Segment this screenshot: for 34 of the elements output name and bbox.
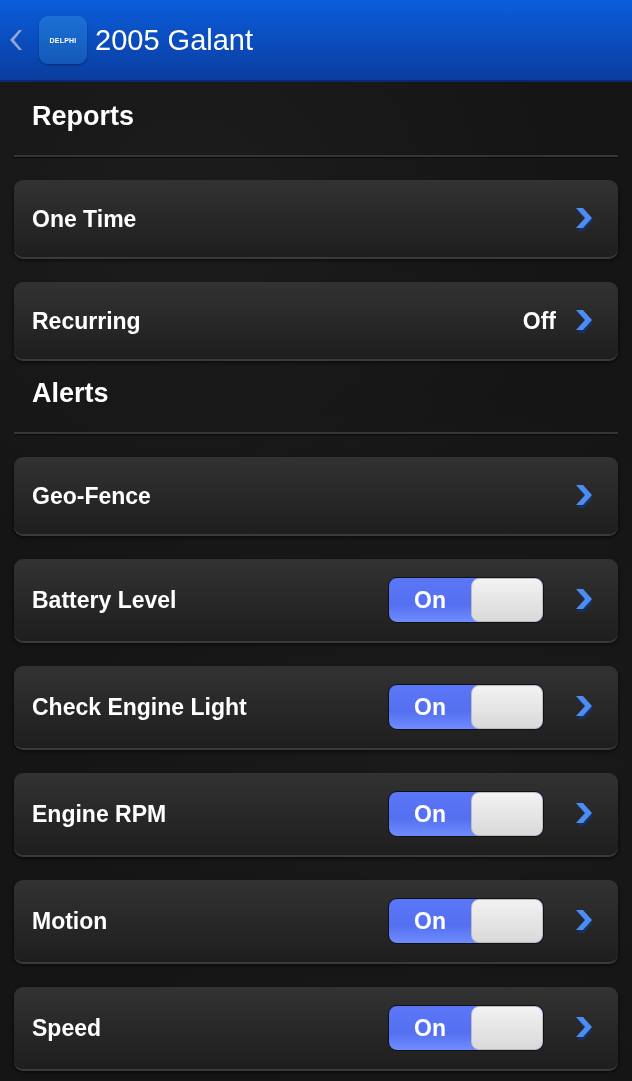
chevron-right-icon[interactable] [573, 801, 593, 827]
chevron-right-icon[interactable] [573, 307, 593, 334]
settings-row[interactable]: Geo-Fence [14, 457, 618, 534]
toggle-switch[interactable]: On [388, 898, 544, 944]
toggle-switch[interactable]: On [388, 684, 544, 730]
settings-row[interactable]: Battery Level On [14, 559, 618, 641]
section-title: Alerts [32, 377, 109, 409]
row-label: Engine RPM [32, 800, 167, 828]
settings-row[interactable]: Engine RPM On [14, 773, 618, 855]
settings-row[interactable]: One Time [14, 180, 618, 257]
screen-title: 2005 Galant [95, 23, 253, 57]
settings-row[interactable]: Check Engine Light On [14, 666, 618, 748]
toggle-switch[interactable]: On [388, 577, 544, 623]
row-label: Recurring [32, 306, 141, 335]
row-label: Battery Level [32, 586, 177, 614]
chevron-right-icon[interactable] [573, 587, 593, 613]
toggle-switch[interactable]: On [388, 791, 544, 837]
row-label: Speed [32, 1014, 102, 1042]
toggle-switch[interactable]: On [388, 1005, 544, 1051]
row-label: Geo-Fence [32, 481, 151, 510]
chevron-right-icon[interactable] [573, 1015, 593, 1041]
settings-row[interactable]: Speed On [14, 987, 618, 1069]
chevron-right-icon[interactable] [573, 694, 593, 720]
row-label: Motion [32, 907, 108, 935]
back-icon[interactable] [10, 30, 22, 50]
row-label: Check Engine Light [32, 693, 247, 721]
chevron-right-icon[interactable] [573, 205, 593, 232]
row-value: Off [522, 306, 556, 335]
chevron-right-icon[interactable] [573, 482, 593, 509]
section-title: Reports [32, 100, 134, 132]
settings-row[interactable]: Motion On [14, 880, 618, 962]
settings-row[interactable]: Recurring Off [14, 282, 618, 359]
row-label: One Time [32, 204, 137, 233]
chevron-right-icon[interactable] [573, 908, 593, 934]
